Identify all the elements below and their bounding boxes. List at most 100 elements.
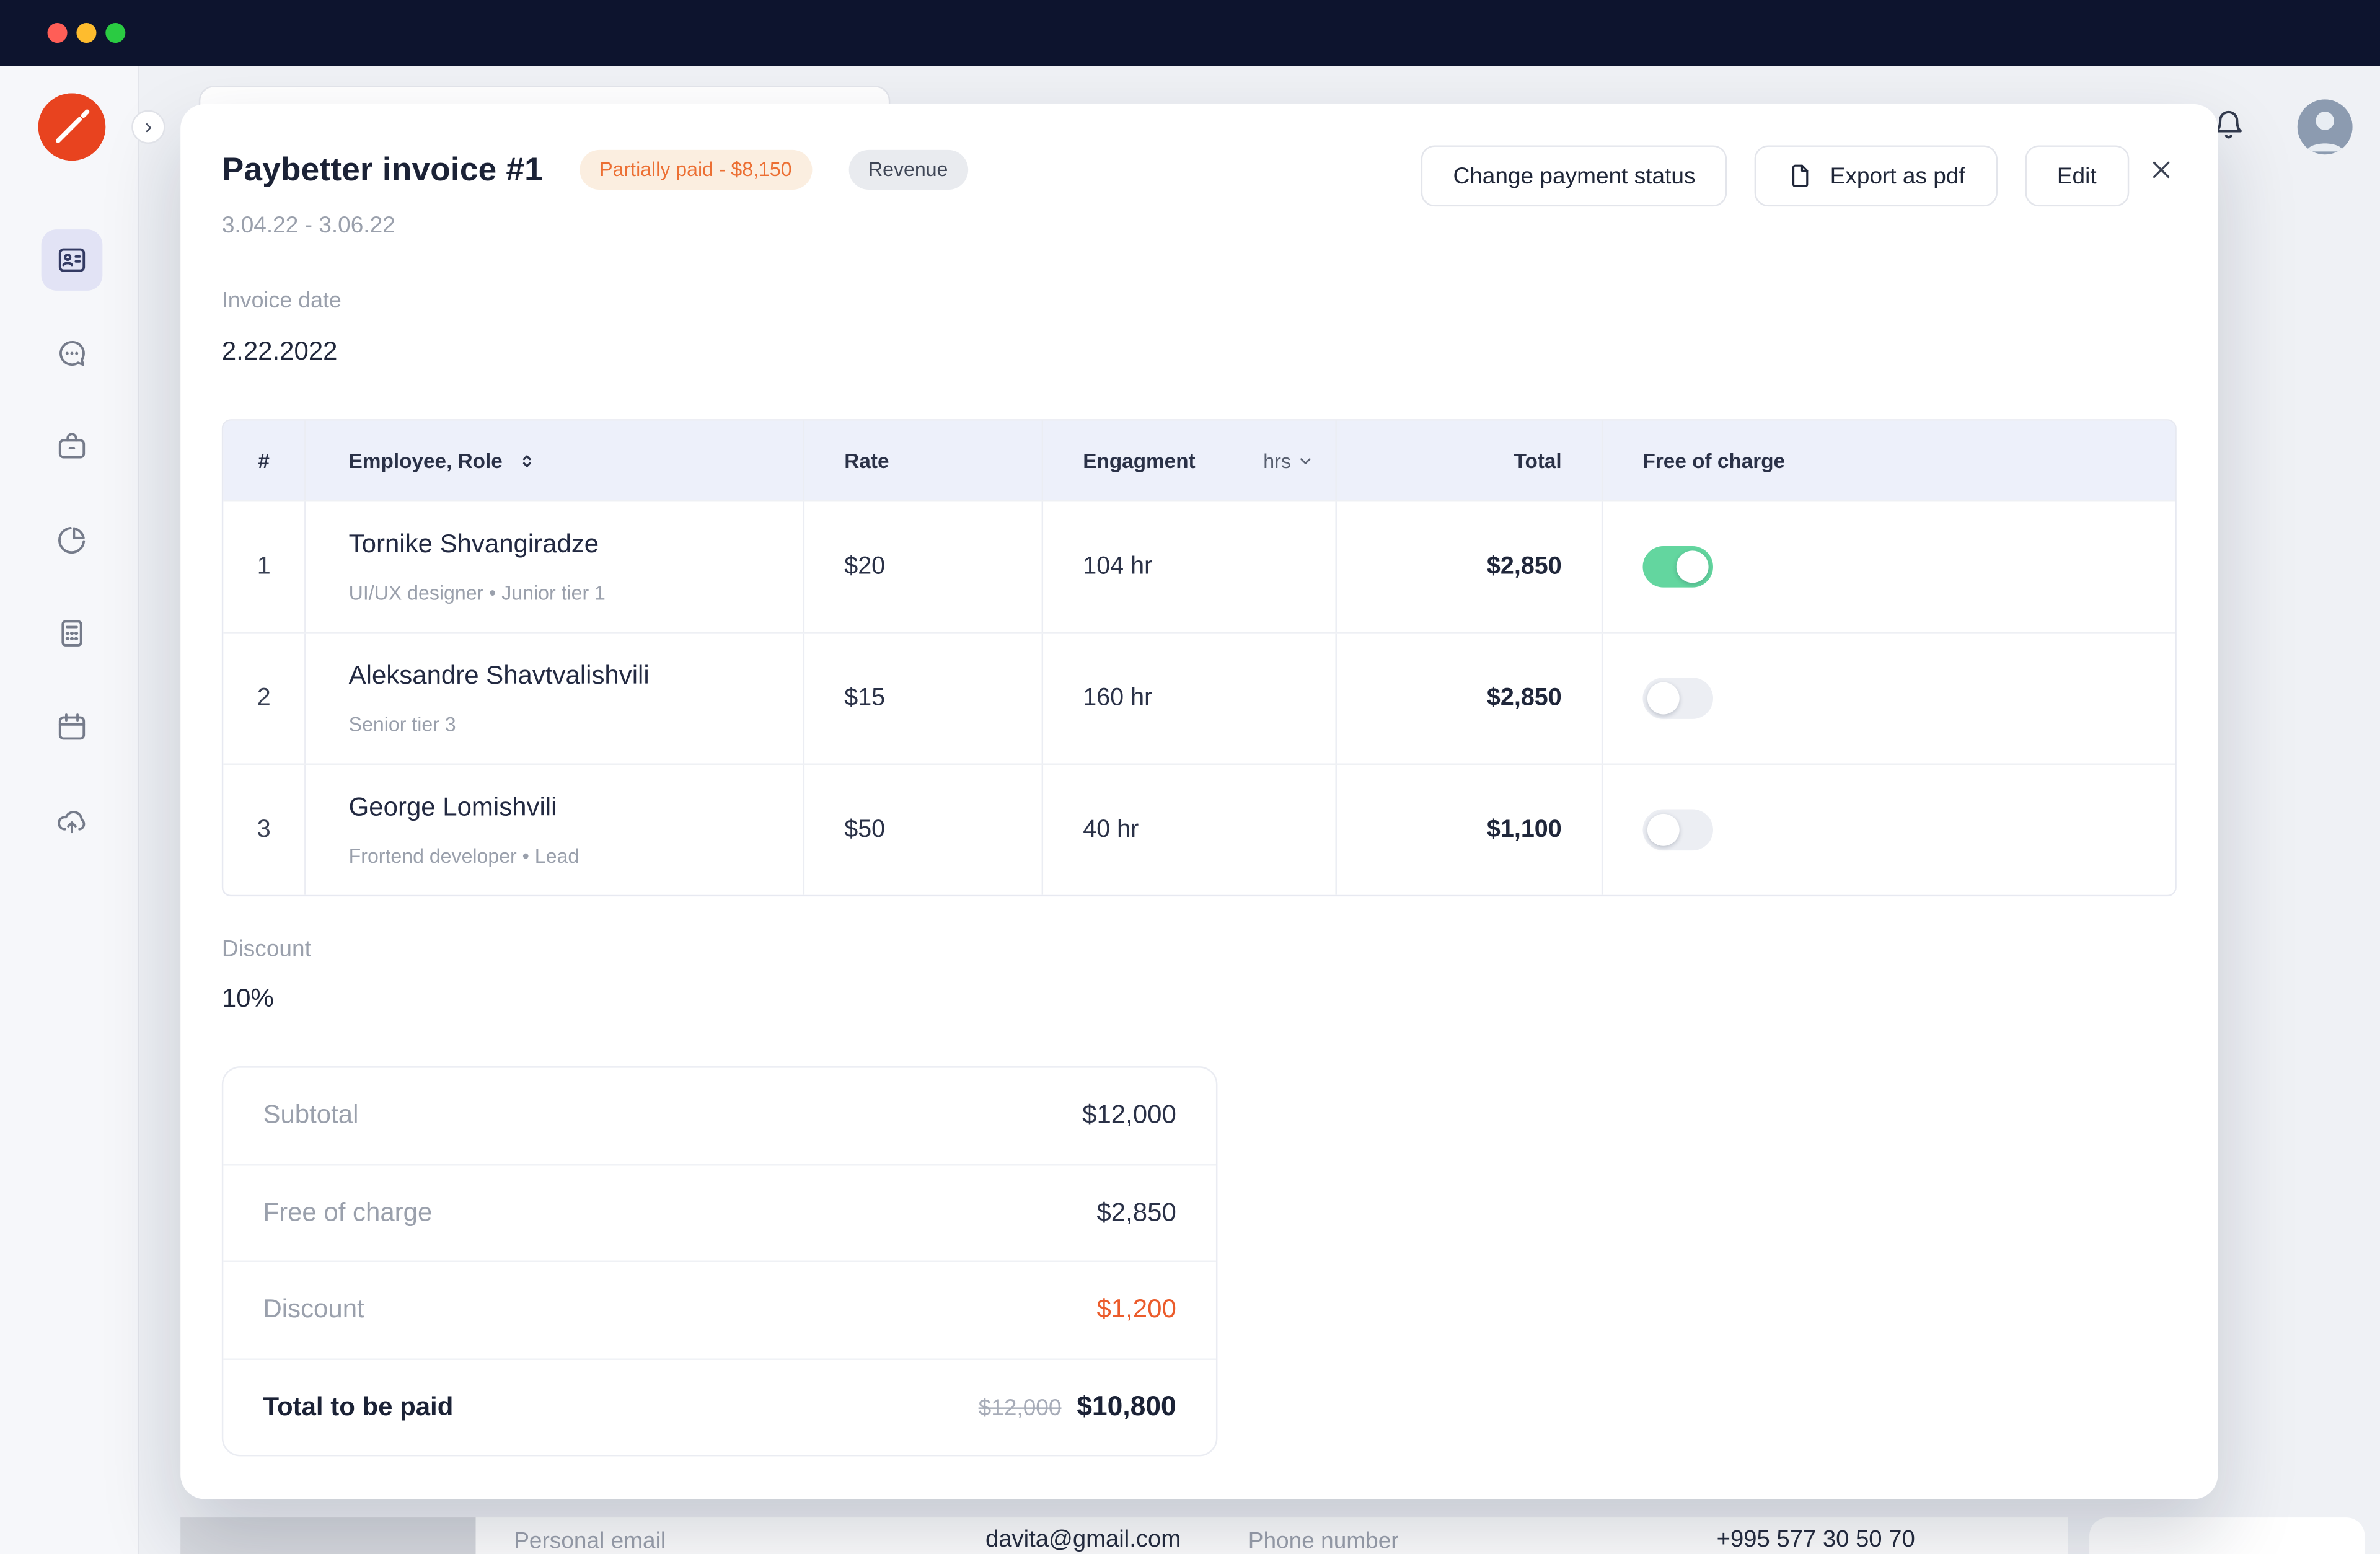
titlebar [0,0,2380,66]
personal-email-label: Personal email [514,1528,666,1554]
background-side-card [2089,1517,2365,1554]
total-original-value: $12,000 [979,1395,1062,1421]
engagement-value: 160 hr [1043,634,1337,764]
total-value: $1,100 [1337,765,1603,895]
rate-value: $15 [804,634,1043,764]
subtotal-value: $12,000 [1082,1100,1176,1131]
briefcase-icon [55,430,89,463]
avatar-person-icon [2298,99,2353,154]
free-of-charge-toggle[interactable] [1642,810,1713,851]
summary-subtotal-row: Subtotal $12,000 [223,1068,1216,1165]
edit-button[interactable]: Edit [2025,145,2128,206]
sidebar-item-chat[interactable] [53,335,90,371]
invoice-date-value: 2.22.2022 [222,337,338,367]
discount-label: Discount [222,936,311,962]
free-of-charge-cell [1603,765,2176,895]
header-rate: Rate [804,421,1043,500]
modal-header: Paybetter invoice #1 Partially paid - $8… [222,150,968,190]
sidebar [0,66,139,1554]
toggle-knob [1677,550,1709,583]
invoice-line-items-table: # Employee, Role Rate Engagment hrs Tota… [222,419,2177,896]
change-payment-status-button[interactable]: Change payment status [1421,145,1728,206]
wand-logo-icon [38,94,106,161]
header-engagement: Engagment hrs [1043,421,1337,500]
employee-role: Senior tier 3 [349,713,456,736]
total-value: $2,850 [1337,501,1603,632]
sidebar-item-calculator[interactable] [53,615,90,651]
discount-summary-label: Discount [263,1294,364,1325]
sidebar-item-upload[interactable] [53,803,90,840]
sidebar-expand-button[interactable] [131,110,165,144]
modal-actions: Change payment status Export as pdf Edit [1421,145,2129,206]
summary-discount-row: Discount $1,200 [223,1262,1216,1359]
employee-name: George Lomishvili [349,792,557,823]
header-free-of-charge: Free of charge [1603,421,2176,500]
discount-summary-value: $1,200 [1096,1294,1176,1325]
summary-total-row: Total to be paid $12,000 $10,800 [223,1359,1216,1455]
payment-status-badge: Partially paid - $8,150 [580,150,811,190]
app-window: Personal email davita@gmail.com Phone nu… [0,0,2380,1554]
employee-name: Aleksandre Shavtvalishvili [349,661,650,691]
chevron-right-icon [143,118,155,135]
row-index: 2 [223,634,306,764]
engagement-unit-label: hrs [1263,449,1291,472]
sort-icon[interactable] [516,451,536,470]
header-engagement-label: Engagment [1083,449,1195,472]
free-of-charge-toggle[interactable] [1642,546,1713,588]
total-final-value: $10,800 [1077,1391,1176,1423]
edit-label: Edit [2057,163,2097,189]
employee-name: Tornike Shvangiradze [349,529,599,560]
header-total: Total [1337,421,1603,500]
table-row: 1 Tornike Shvangiradze UI/UX designer • … [223,500,2175,632]
engagement-value: 40 hr [1043,765,1337,895]
calendar-icon [55,710,89,743]
sidebar-item-reports[interactable] [53,522,90,558]
employee-cell: Aleksandre Shavtvalishvili Senior tier 3 [306,634,805,764]
total-to-be-paid-values: $12,000 $10,800 [979,1391,1176,1423]
header-index: # [223,421,306,500]
free-of-charge-cell [1603,634,2176,764]
pie-chart-icon [55,523,89,557]
row-index: 1 [223,501,306,632]
rate-value: $20 [804,501,1043,632]
export-pdf-button[interactable]: Export as pdf [1755,145,1998,206]
personal-email-value: davita@gmail.com [857,1527,1181,1554]
free-of-charge-toggle[interactable] [1642,678,1713,719]
discount-value: 10% [222,984,274,1014]
invoice-date-label: Invoice date [222,289,342,313]
user-avatar[interactable] [2298,99,2353,154]
toggle-knob [1647,682,1680,715]
invoice-date-range: 3.04.22 - 3.06.22 [222,213,395,239]
engagement-unit-dropdown[interactable]: hrs [1263,449,1314,472]
employee-cell: George Lomishvili Frortend developer • L… [306,765,805,895]
toggle-knob [1647,814,1680,846]
phone-number-label: Phone number [1248,1528,1399,1554]
contacts-icon [55,243,89,276]
export-pdf-label: Export as pdf [1830,163,1965,189]
sidebar-item-contacts[interactable] [42,229,103,291]
table-row: 2 Aleksandre Shavtvalishvili Senior tier… [223,632,2175,763]
minimize-window-button[interactable] [76,23,96,43]
header-employee-role[interactable]: Employee, Role [306,421,805,500]
summary-free-row: Free of charge $2,850 [223,1165,1216,1262]
employee-role: UI/UX designer • Junior tier 1 [349,581,606,604]
close-window-button[interactable] [48,23,68,43]
free-of-charge-cell [1603,501,2176,632]
calculator-icon [55,617,89,650]
close-icon [2149,157,2173,182]
engagement-value: 104 hr [1043,501,1337,632]
fullscreen-window-button[interactable] [105,23,125,43]
total-to-be-paid-label: Total to be paid [263,1392,453,1422]
sidebar-item-projects[interactable] [53,428,90,465]
close-modal-button[interactable] [2141,150,2181,190]
sidebar-item-calendar[interactable] [53,709,90,745]
free-of-charge-label: Free of charge [263,1198,432,1228]
change-payment-status-label: Change payment status [1453,163,1695,189]
header-employee-label: Employee, Role [349,449,503,472]
chat-icon [55,337,89,370]
app-logo[interactable] [38,94,106,161]
employee-cell: Tornike Shvangiradze UI/UX designer • Ju… [306,501,805,632]
row-index: 3 [223,765,306,895]
subtotal-label: Subtotal [263,1100,358,1131]
total-value: $2,850 [1337,634,1603,764]
